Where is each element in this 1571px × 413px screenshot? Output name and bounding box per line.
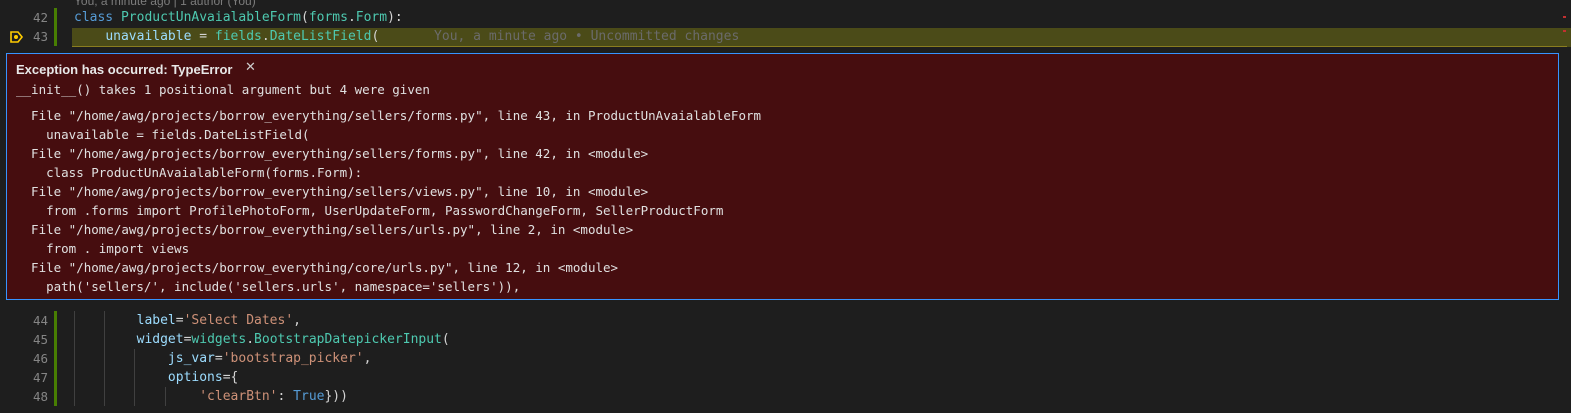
code-text[interactable]: js_var='bootstrap_picker',: [74, 349, 372, 368]
code-token: unavailable: [105, 29, 192, 44]
overview-ruler-error-mark: [1563, 30, 1566, 32]
line-number: 47: [32, 370, 48, 385]
code-token: Form: [355, 10, 388, 25]
code-token: ={: [222, 370, 239, 385]
code-token: ,: [363, 351, 372, 366]
overview-ruler-error-mark: [1563, 16, 1566, 18]
code-token: widgets: [191, 332, 247, 347]
git-added-indicator[interactable]: [54, 8, 57, 27]
code-token: .: [246, 332, 255, 347]
traceback-frame-location[interactable]: File "/home/awg/projects/borrow_everythi…: [16, 146, 648, 161]
line-number: 48: [32, 389, 48, 404]
code-token: })): [324, 389, 348, 404]
git-added-indicator[interactable]: [54, 311, 57, 330]
code-token: BootstrapDatepickerInput: [254, 332, 442, 347]
code-line[interactable]: 44 label='Select Dates',: [0, 311, 1571, 330]
code-token: fields: [214, 29, 262, 44]
code-token: .: [261, 29, 270, 44]
line-number: 45: [32, 332, 48, 347]
traceback-frame-code: from .forms import ProfilePhotoForm, Use…: [16, 203, 724, 218]
traceback-frame-code: path('sellers/', include('sellers.urls',…: [16, 279, 521, 294]
traceback-frame-location[interactable]: File "/home/awg/projects/borrow_everythi…: [16, 222, 633, 237]
inline-blame-annotation: You, a minute ago • Uncommitted changes: [379, 29, 740, 44]
code-token: (: [300, 10, 309, 25]
code-token: ,: [293, 313, 301, 328]
traceback-frame-location[interactable]: File "/home/awg/projects/borrow_everythi…: [16, 260, 618, 275]
code-token: class: [74, 10, 121, 25]
blame-annotation-header[interactable]: You, a minute ago | 1 author (You): [74, 0, 256, 8]
code-token: ProductUnAvaialableForm: [120, 10, 301, 25]
code-text[interactable]: widget=widgets.BootstrapDatepickerInput(: [74, 330, 450, 349]
line-number: 46: [32, 351, 48, 366]
traceback-frame-code: from . import views: [16, 241, 190, 256]
code-token: .: [347, 10, 356, 25]
traceback-frame-code: unavailable = fields.DateListField(: [16, 127, 310, 142]
code-line[interactable]: 45 widget=widgets.BootstrapDatepickerInp…: [0, 330, 1571, 349]
code-token: label: [136, 313, 176, 328]
git-added-indicator[interactable]: [54, 330, 57, 349]
code-token: js_var: [167, 351, 215, 366]
code-token: =: [191, 29, 215, 44]
git-added-indicator[interactable]: [54, 368, 57, 387]
current-line-border: [72, 46, 1567, 47]
exception-widget: Exception has occurred: TypeError ✕ __in…: [6, 53, 1559, 300]
code-line[interactable]: 46 js_var='bootstrap_picker',: [0, 349, 1571, 368]
code-text[interactable]: 'clearBtn': True})): [74, 387, 348, 406]
code-token: 'Select Dates': [183, 313, 294, 328]
code-text[interactable]: unavailable = fields.DateListField( You,…: [74, 27, 739, 46]
code-token: :: [277, 389, 294, 404]
git-added-indicator[interactable]: [54, 387, 57, 406]
traceback-frame-code: class ProductUnAvaialableForm(forms.Form…: [16, 165, 363, 180]
traceback-frame-location[interactable]: File "/home/awg/projects/borrow_everythi…: [16, 108, 761, 123]
line-number: 44: [32, 313, 48, 328]
code-token: DateListField: [269, 29, 372, 44]
close-icon[interactable]: ✕: [245, 60, 256, 75]
code-token: (: [441, 332, 450, 347]
code-text[interactable]: class ProductUnAvaialableForm(forms.Form…: [74, 8, 403, 27]
code-token: forms: [308, 10, 348, 25]
line-number: 42: [32, 10, 48, 25]
code-line[interactable]: 47 options={: [0, 368, 1571, 387]
git-added-indicator[interactable]: [54, 349, 57, 368]
code-token: =: [175, 313, 184, 328]
code-token: True: [293, 389, 325, 404]
code-token: widget: [136, 332, 184, 347]
code-line[interactable]: 43 unavailable = fields.DateListField( Y…: [0, 27, 1571, 46]
code-text[interactable]: label='Select Dates',: [74, 311, 301, 330]
code-token: 'bootstrap_picker': [222, 351, 364, 366]
traceback-frame-location[interactable]: File "/home/awg/projects/borrow_everythi…: [16, 184, 648, 199]
exception-title: Exception has occurred: TypeError: [16, 62, 233, 77]
git-added-indicator[interactable]: [54, 27, 57, 46]
code-line[interactable]: 42 class ProductUnAvaialableForm(forms.Fo…: [0, 8, 1571, 27]
code-token: 'clearBtn': [199, 389, 278, 404]
code-token: ):: [387, 10, 403, 25]
code-line[interactable]: 48 'clearBtn': True})): [0, 387, 1571, 406]
code-text[interactable]: options={: [74, 368, 238, 387]
line-number: 43: [32, 29, 48, 44]
exception-message: __init__() takes 1 positional argument b…: [16, 82, 430, 97]
code-token: options: [167, 370, 223, 385]
code-token: =: [214, 351, 223, 366]
